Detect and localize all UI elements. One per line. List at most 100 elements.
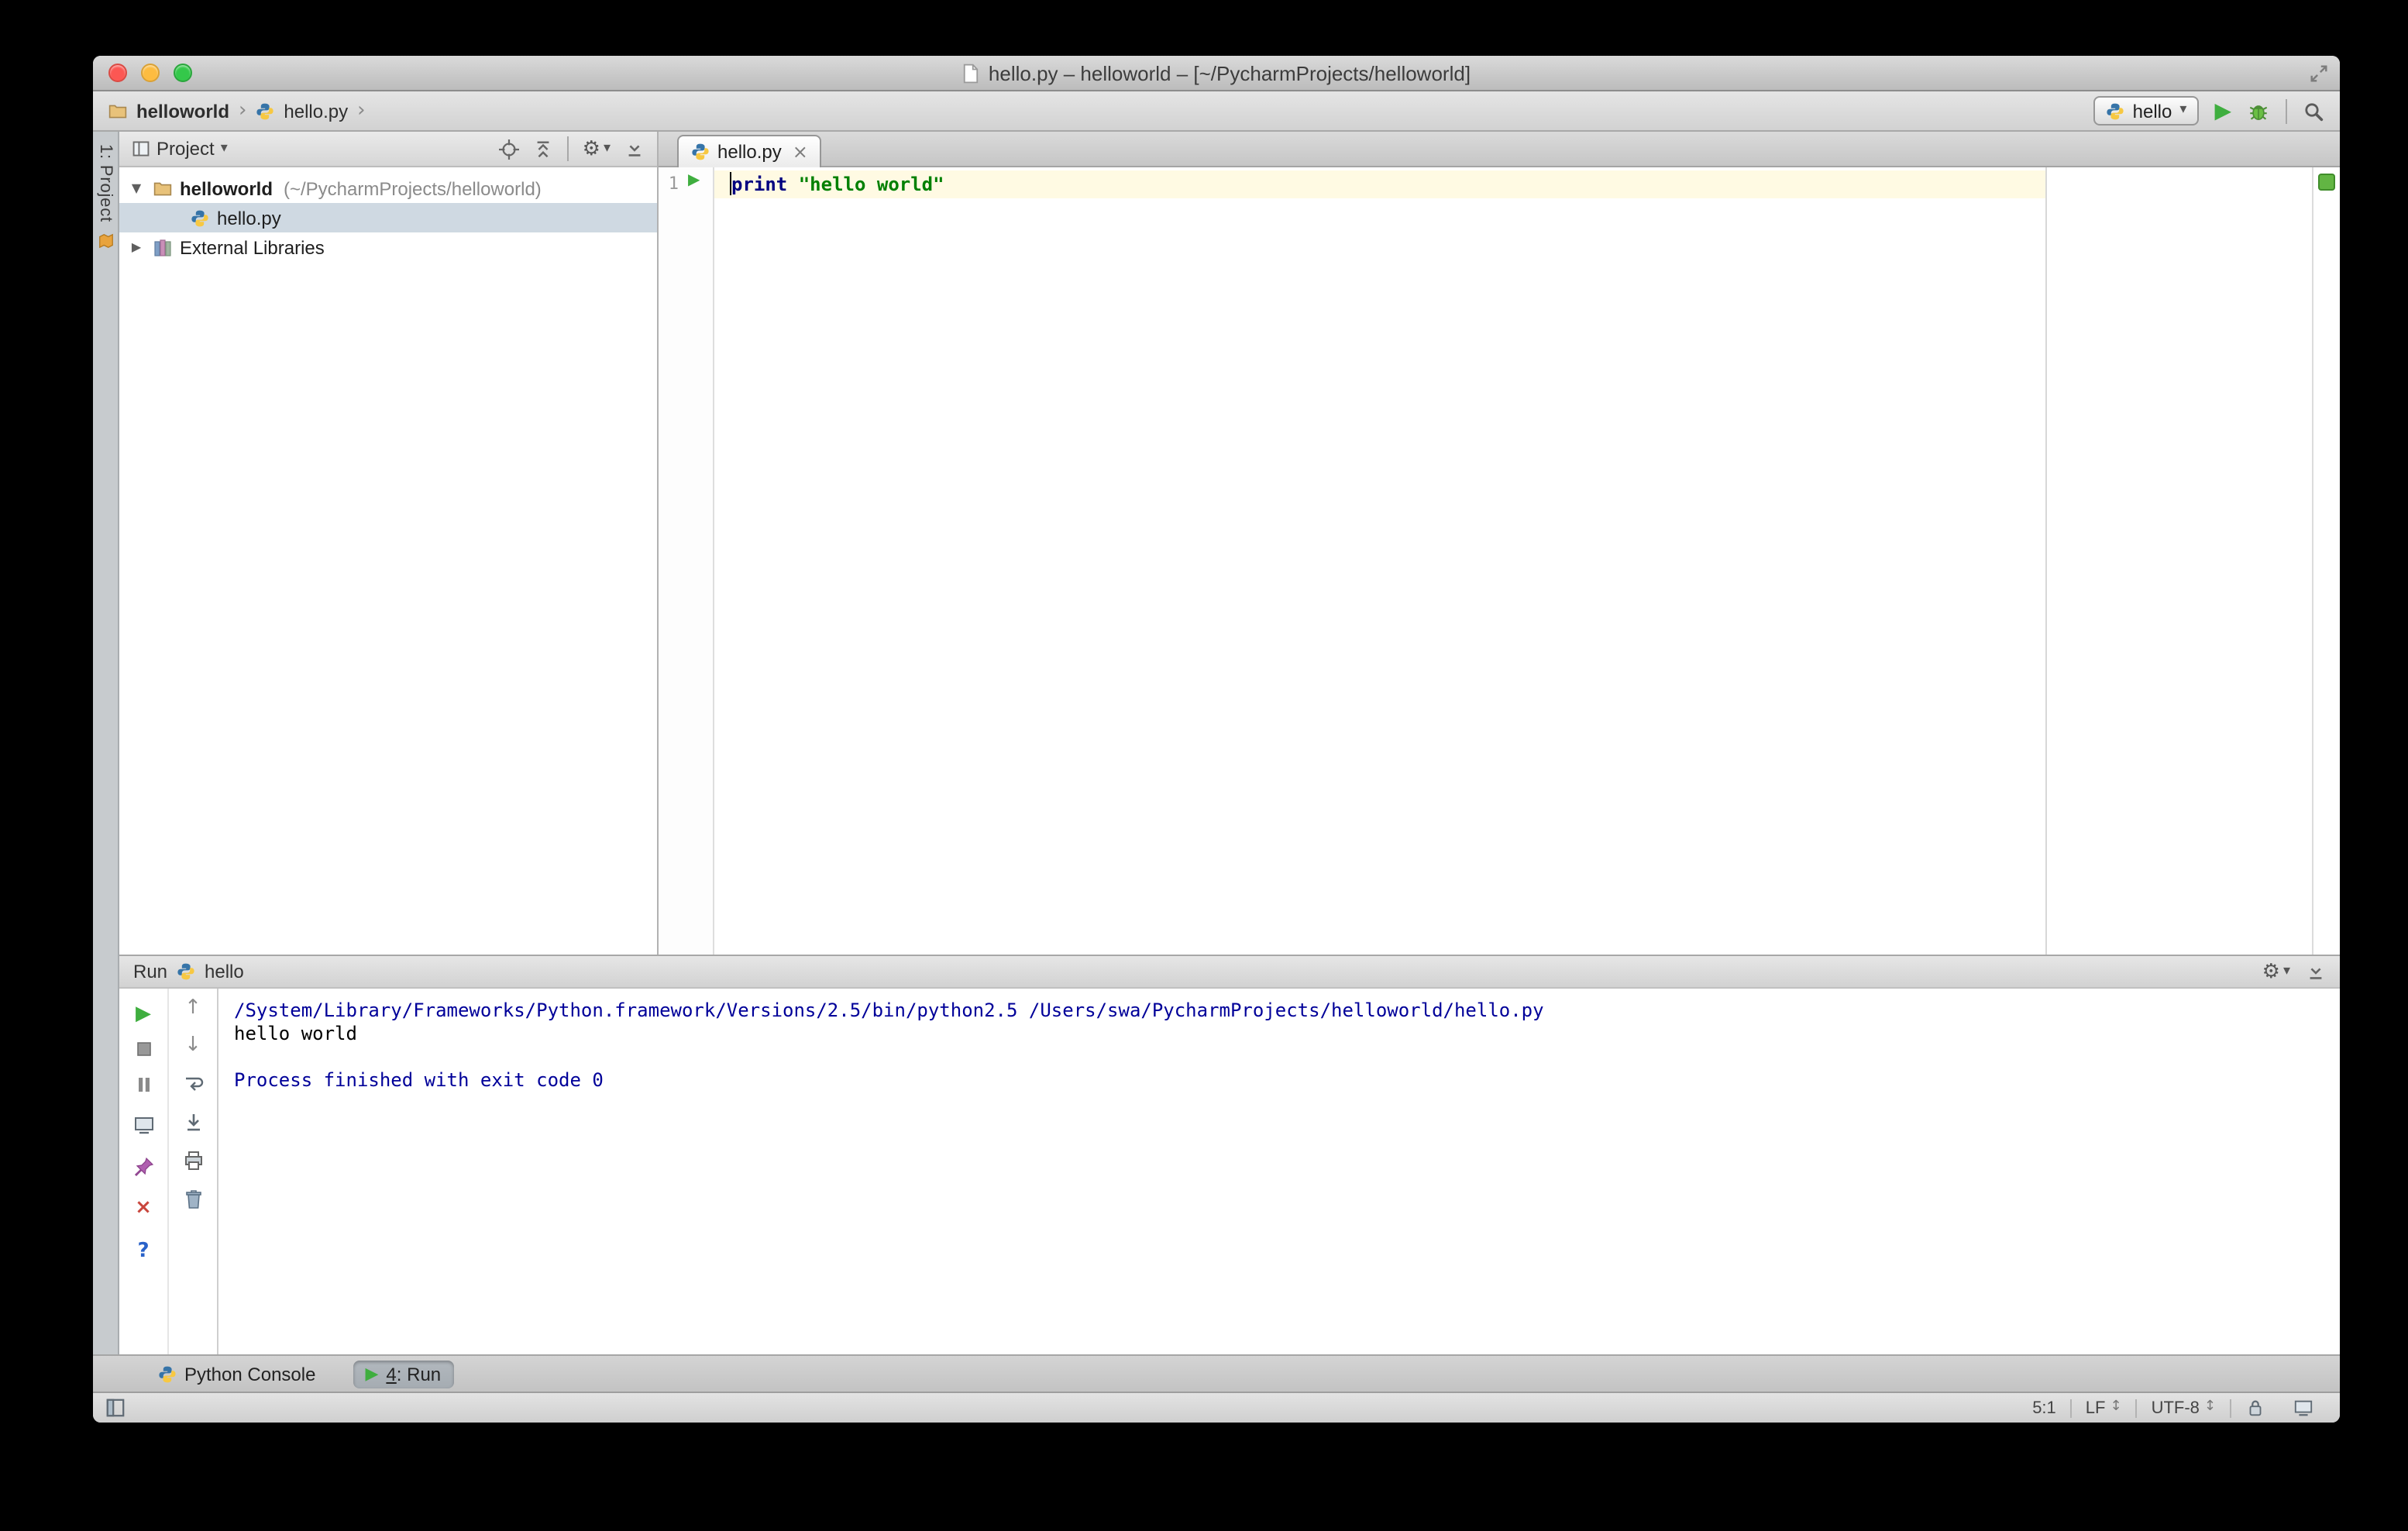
pane-icon: [132, 139, 150, 158]
restore-layout-button[interactable]: [132, 1114, 154, 1136]
pycharm-window: hello.py – helloworld – [~/PycharmProjec…: [93, 56, 2340, 1423]
hide-run-panel-button[interactable]: [2306, 962, 2326, 982]
pause-output-button[interactable]: [132, 1074, 154, 1096]
tree-item-name: External Libraries: [180, 236, 325, 258]
collapse-all-button[interactable]: [533, 139, 553, 159]
display-widget[interactable]: [2279, 1398, 2327, 1418]
target-icon: [499, 139, 519, 159]
clear-all-button[interactable]: [182, 1189, 204, 1210]
tree-item-path: (~/PycharmProjects/helloworld): [284, 177, 542, 199]
folder-icon: [153, 179, 172, 198]
folder-icon: [108, 101, 127, 120]
run-toolbar: ▶ × ?: [119, 989, 167, 1354]
tree-item-external-libraries[interactable]: ▶ External Libraries: [119, 232, 657, 262]
run-tool-window: Run hello ⚙ ▾ ▶ × ? ↑ ↓ /System/Library/…: [119, 955, 2340, 1354]
run-tab-mnemonic: 4: [386, 1363, 397, 1385]
close-console-button[interactable]: ×: [135, 1198, 152, 1218]
caret-position-widget[interactable]: 5:1: [2018, 1399, 2070, 1417]
scroll-to-end-button[interactable]: [182, 1111, 204, 1133]
resize-icon[interactable]: [2309, 64, 2329, 84]
project-settings-button[interactable]: ⚙ ▾: [583, 139, 611, 159]
breadcrumb-item-helloworld[interactable]: helloworld: [136, 100, 229, 122]
editor-tab-bar: hello.py ×: [659, 132, 2340, 167]
project-header-actions: ⚙ ▾: [499, 136, 645, 161]
locate-button[interactable]: [499, 139, 519, 159]
pause-icon: [132, 1074, 154, 1096]
soft-wrap-button[interactable]: [182, 1072, 204, 1094]
main-toolbar: hello ▾ ▶: [2093, 96, 2324, 126]
tree-item-hello-py[interactable]: hello.py: [119, 203, 657, 232]
navigation-bar: helloworld › hello.py › hello ▾ ▶: [93, 91, 2340, 132]
code-token-string: "hello world": [798, 174, 944, 195]
run-configuration-selector[interactable]: hello ▾: [2093, 96, 2200, 126]
print-button[interactable]: [182, 1150, 204, 1171]
down-stack-trace-button[interactable]: ↓: [184, 1035, 201, 1055]
project-view-selector[interactable]: Project ▾: [132, 138, 228, 160]
hide-icon: [2306, 962, 2326, 982]
chevron-right-icon: ›: [357, 99, 366, 122]
breadcrumb-item-hello-py[interactable]: hello.py: [284, 100, 348, 122]
stop-button[interactable]: [132, 1038, 154, 1060]
encoding-widget[interactable]: UTF-8 ↕: [2138, 1399, 2230, 1417]
chevron-expanded-icon[interactable]: ▼: [127, 181, 146, 194]
spinner-icon: ↕: [2110, 1399, 2122, 1415]
project-tool-icon: [97, 233, 114, 250]
title-bar[interactable]: hello.py – helloworld – [~/PycharmProjec…: [93, 56, 2340, 91]
search-button[interactable]: [2303, 100, 2324, 122]
window-zoom-button[interactable]: [174, 64, 192, 82]
line-separator: LF: [2085, 1399, 2106, 1417]
toggle-toolwindows-button[interactable]: [105, 1398, 126, 1418]
pin-icon: [132, 1156, 154, 1178]
run-tab-text: : Run: [396, 1363, 442, 1385]
document-icon: [962, 63, 979, 83]
run-settings-button[interactable]: ⚙ ▾: [2262, 962, 2290, 982]
pin-tab-button[interactable]: [132, 1156, 154, 1178]
window-title-group: hello.py – helloworld – [~/PycharmProjec…: [93, 61, 2340, 84]
run-header-actions: ⚙ ▾: [2262, 962, 2326, 982]
hide-icon: [624, 139, 645, 159]
editor-region: hello.py × 1 ▶ print "hello world": [659, 132, 2340, 955]
project-tool-window-button[interactable]: 1: Project: [93, 144, 118, 250]
right-margin-guide: [2045, 167, 2047, 955]
inspection-status-indicator[interactable]: [2318, 174, 2335, 191]
run-tool-window-header: Run hello ⚙ ▾: [119, 955, 2340, 989]
python-console-button[interactable]: Python Console: [146, 1360, 328, 1388]
line-separator-widget[interactable]: LF ↕: [2072, 1399, 2136, 1417]
chevron-down-icon: ▾: [2179, 102, 2187, 118]
close-tab-icon[interactable]: ×: [793, 143, 808, 161]
help-button[interactable]: ?: [137, 1241, 149, 1261]
project-panel: Project ▾ ⚙ ▾ ▼ helloworld (~/PycharmPro…: [119, 132, 657, 955]
console-output[interactable]: /System/Library/Frameworks/Python.framew…: [217, 989, 2340, 1354]
tree-item-project-root[interactable]: ▼ helloworld (~/PycharmProjects/hellowor…: [119, 174, 657, 203]
project-panel-header: Project ▾ ⚙ ▾: [119, 132, 657, 167]
python-file-icon: [191, 208, 209, 227]
window-minimize-button[interactable]: [141, 64, 160, 82]
run-tab-button[interactable]: ▶ 4: Run: [353, 1360, 454, 1388]
chevron-right-icon: ›: [239, 99, 247, 122]
stop-icon: [132, 1038, 154, 1060]
up-stack-trace-button[interactable]: ↑: [184, 998, 201, 1018]
monitor-icon: [2293, 1398, 2313, 1418]
chevron-collapsed-icon[interactable]: ▶: [127, 240, 146, 253]
chevron-down-icon: ▾: [603, 140, 611, 156]
run-button[interactable]: ▶: [2214, 100, 2231, 122]
python-file-icon: [691, 143, 710, 161]
breadcrumb: helloworld › hello.py ›: [108, 100, 366, 122]
soft-wrap-icon: [182, 1072, 204, 1094]
project-tool-window-label: 1: Project: [96, 144, 115, 222]
console-line: /System/Library/Frameworks/Python.framew…: [234, 999, 1544, 1021]
run-gutter-icon[interactable]: ▶: [688, 173, 700, 189]
rerun-button[interactable]: ▶: [136, 1004, 151, 1024]
hide-panel-button[interactable]: [624, 139, 645, 159]
window-close-button[interactable]: [108, 64, 127, 82]
separator: [566, 136, 569, 161]
run-tab-label: 4: Run: [386, 1363, 441, 1385]
tab-hello-py[interactable]: hello.py ×: [677, 135, 822, 167]
lock-widget[interactable]: [2231, 1398, 2279, 1418]
tree-item-name: hello.py: [217, 207, 281, 229]
debug-button[interactable]: [2247, 99, 2270, 122]
code-editor[interactable]: print "hello world": [714, 167, 2312, 955]
text-caret: [730, 172, 731, 195]
status-bar: 5:1 LF ↕ UTF-8 ↕: [93, 1392, 2340, 1423]
